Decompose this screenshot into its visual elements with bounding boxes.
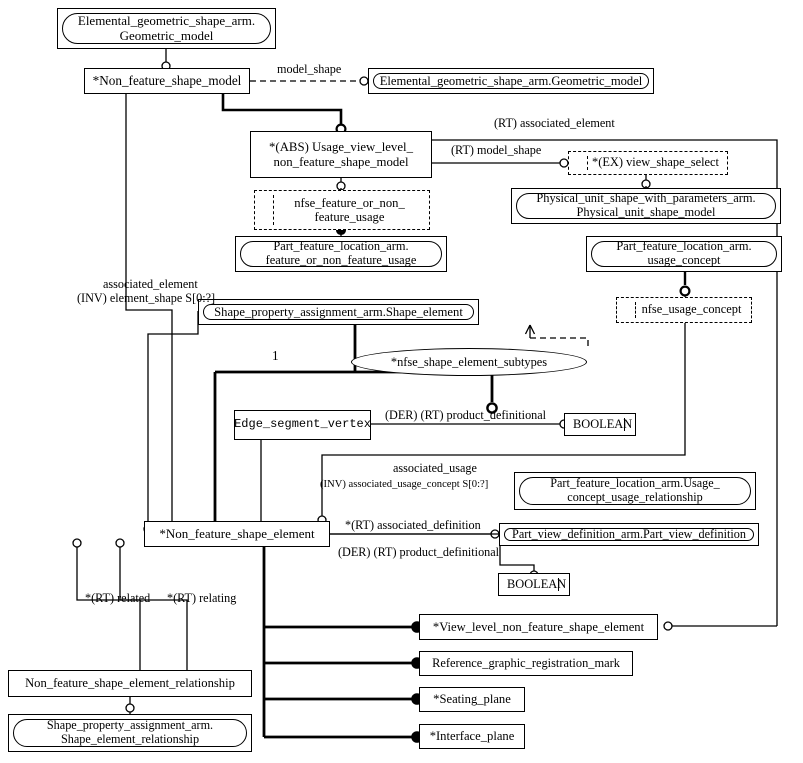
node-part-view-definition-label: Part_view_definition_arm.Part_view_defin…: [504, 527, 754, 541]
node-interface-plane[interactable]: *Interface_plane: [419, 724, 525, 749]
node-view-level-non-feature-shape-element-label: *View_level_non_feature_shape_element: [432, 619, 645, 634]
node-feature-or-non-feature-usage[interactable]: Part_feature_location_arm. feature_or_no…: [235, 236, 447, 272]
edge-label-cardinality-one: 1: [272, 348, 279, 363]
node-geometric-model-top[interactable]: Elemental_geometric_shape_arm. Geometric…: [57, 8, 276, 49]
node-boolean-lower-label: BOOLEAN: [503, 577, 566, 591]
node-nfse-shape-element-subtypes-label: *nfse_shape_element_subtypes: [390, 354, 548, 369]
diagram-connector-layer: [72, 49, 778, 743]
edge-label-associated-usage: associated_usage: [393, 461, 477, 475]
node-edge-segment-vertex-label: Edge_segment_vertex: [234, 417, 371, 432]
node-shape-element-relationship[interactable]: Shape_property_assignment_arm. Shape_ele…: [8, 714, 252, 752]
node-shape-element[interactable]: Shape_property_assignment_arm.Shape_elem…: [198, 299, 479, 325]
edge-label-rt-related: *(RT) related: [85, 591, 151, 605]
node-interface-plane-label: *Interface_plane: [429, 729, 515, 744]
node-geometric-model-top-label: Elemental_geometric_shape_arm. Geometric…: [62, 13, 271, 44]
edge-label-inv-element-shape: (INV) element_shape S[0:?]: [77, 291, 216, 305]
edge-label-rt-relating: *(RT) relating: [167, 591, 237, 605]
node-physical-unit-shape-model[interactable]: Physical_unit_shape_with_parameters_arm.…: [511, 188, 781, 224]
node-nfse-usage-concept-label: nfse_usage_concept: [635, 302, 747, 318]
node-view-shape-select-label: *(EX) view_shape_select: [587, 155, 723, 170]
edge-label-inv-associated-usage-concept: (INV) associated_usage_concept S[0:?]: [320, 479, 489, 490]
node-boolean-upper-label: BOOLEAN: [569, 417, 632, 431]
node-shape-element-relationship-label: Shape_property_assignment_arm. Shape_ele…: [13, 719, 247, 747]
node-non-feature-shape-model[interactable]: *Non_feature_shape_model: [84, 68, 250, 94]
node-usage-concept-label: Part_feature_location_arm. usage_concept: [591, 239, 777, 267]
node-non-feature-shape-element[interactable]: *Non_feature_shape_element: [144, 521, 330, 547]
node-view-level-non-feature-shape-element[interactable]: *View_level_non_feature_shape_element: [419, 614, 658, 640]
node-seating-plane-label: *Seating_plane: [433, 692, 511, 707]
node-usage-view-level-label: *(ABS) Usage_view_level_ non_feature_sha…: [269, 140, 413, 169]
node-nfse-feature-or-non-feature-usage-label: nfse_feature_or_non_ feature_usage: [273, 195, 425, 225]
node-non-feature-shape-element-label: *Non_feature_shape_element: [159, 525, 315, 541]
edge-label-associated-element: associated_element: [103, 277, 198, 291]
edge-label-model-shape: model_shape: [277, 62, 342, 76]
node-usage-view-level-non-feature-shape-model[interactable]: *(ABS) Usage_view_level_ non_feature_sha…: [250, 131, 432, 178]
node-feature-or-non-feature-usage-label: Part_feature_location_arm. feature_or_no…: [240, 239, 442, 267]
node-usage-concept-usage-relationship-label: Part_feature_location_arm.Usage_ concept…: [519, 477, 751, 505]
node-reference-graphic-registration-mark[interactable]: Reference_graphic_registration_mark: [419, 651, 633, 676]
node-edge-segment-vertex[interactable]: Edge_segment_vertex: [234, 410, 371, 440]
node-nfse-shape-element-subtypes[interactable]: *nfse_shape_element_subtypes: [351, 348, 587, 376]
node-usage-concept-usage-relationship[interactable]: Part_feature_location_arm.Usage_ concept…: [514, 472, 756, 510]
node-view-shape-select[interactable]: *(EX) view_shape_select: [568, 151, 728, 175]
express-g-diagram-canvas: Elemental_geometric_shape_arm. Geometric…: [0, 0, 803, 763]
node-boolean-lower[interactable]: BOOLEAN: [498, 573, 570, 596]
edge-label-rt-associated-definition: *(RT) associated_definition: [345, 518, 481, 532]
edge-label-rt-associated-element: (RT) associated_element: [494, 116, 615, 130]
node-non-feature-shape-element-relationship-label: Non_feature_shape_element_relationship: [25, 676, 235, 691]
node-seating-plane[interactable]: *Seating_plane: [419, 687, 525, 712]
edge-label-der-rt-product-definitional-upper: (DER) (RT) product_definitional: [385, 408, 547, 422]
node-geometric-model-ref-label: Elemental_geometric_shape_arm.Geometric_…: [373, 73, 649, 89]
node-physical-unit-shape-model-label: Physical_unit_shape_with_parameters_arm.…: [516, 191, 776, 219]
node-boolean-upper[interactable]: BOOLEAN: [564, 413, 636, 436]
node-usage-concept[interactable]: Part_feature_location_arm. usage_concept: [586, 236, 782, 272]
node-part-view-definition[interactable]: Part_view_definition_arm.Part_view_defin…: [499, 523, 759, 546]
edge-label-rt-model-shape: (RT) model_shape: [451, 143, 542, 157]
node-non-feature-shape-model-label: *Non_feature_shape_model: [92, 72, 242, 88]
node-nfse-feature-or-non-feature-usage[interactable]: nfse_feature_or_non_ feature_usage: [254, 190, 430, 230]
node-reference-graphic-registration-mark-label: Reference_graphic_registration_mark: [432, 655, 620, 670]
node-shape-element-label: Shape_property_assignment_arm.Shape_elem…: [203, 304, 474, 320]
edge-label-der-rt-product-definitional-lower: (DER) (RT) product_definitional: [338, 545, 500, 559]
node-non-feature-shape-element-relationship[interactable]: Non_feature_shape_element_relationship: [8, 670, 252, 697]
node-geometric-model-ref[interactable]: Elemental_geometric_shape_arm.Geometric_…: [368, 68, 654, 94]
node-nfse-usage-concept[interactable]: nfse_usage_concept: [616, 297, 752, 323]
